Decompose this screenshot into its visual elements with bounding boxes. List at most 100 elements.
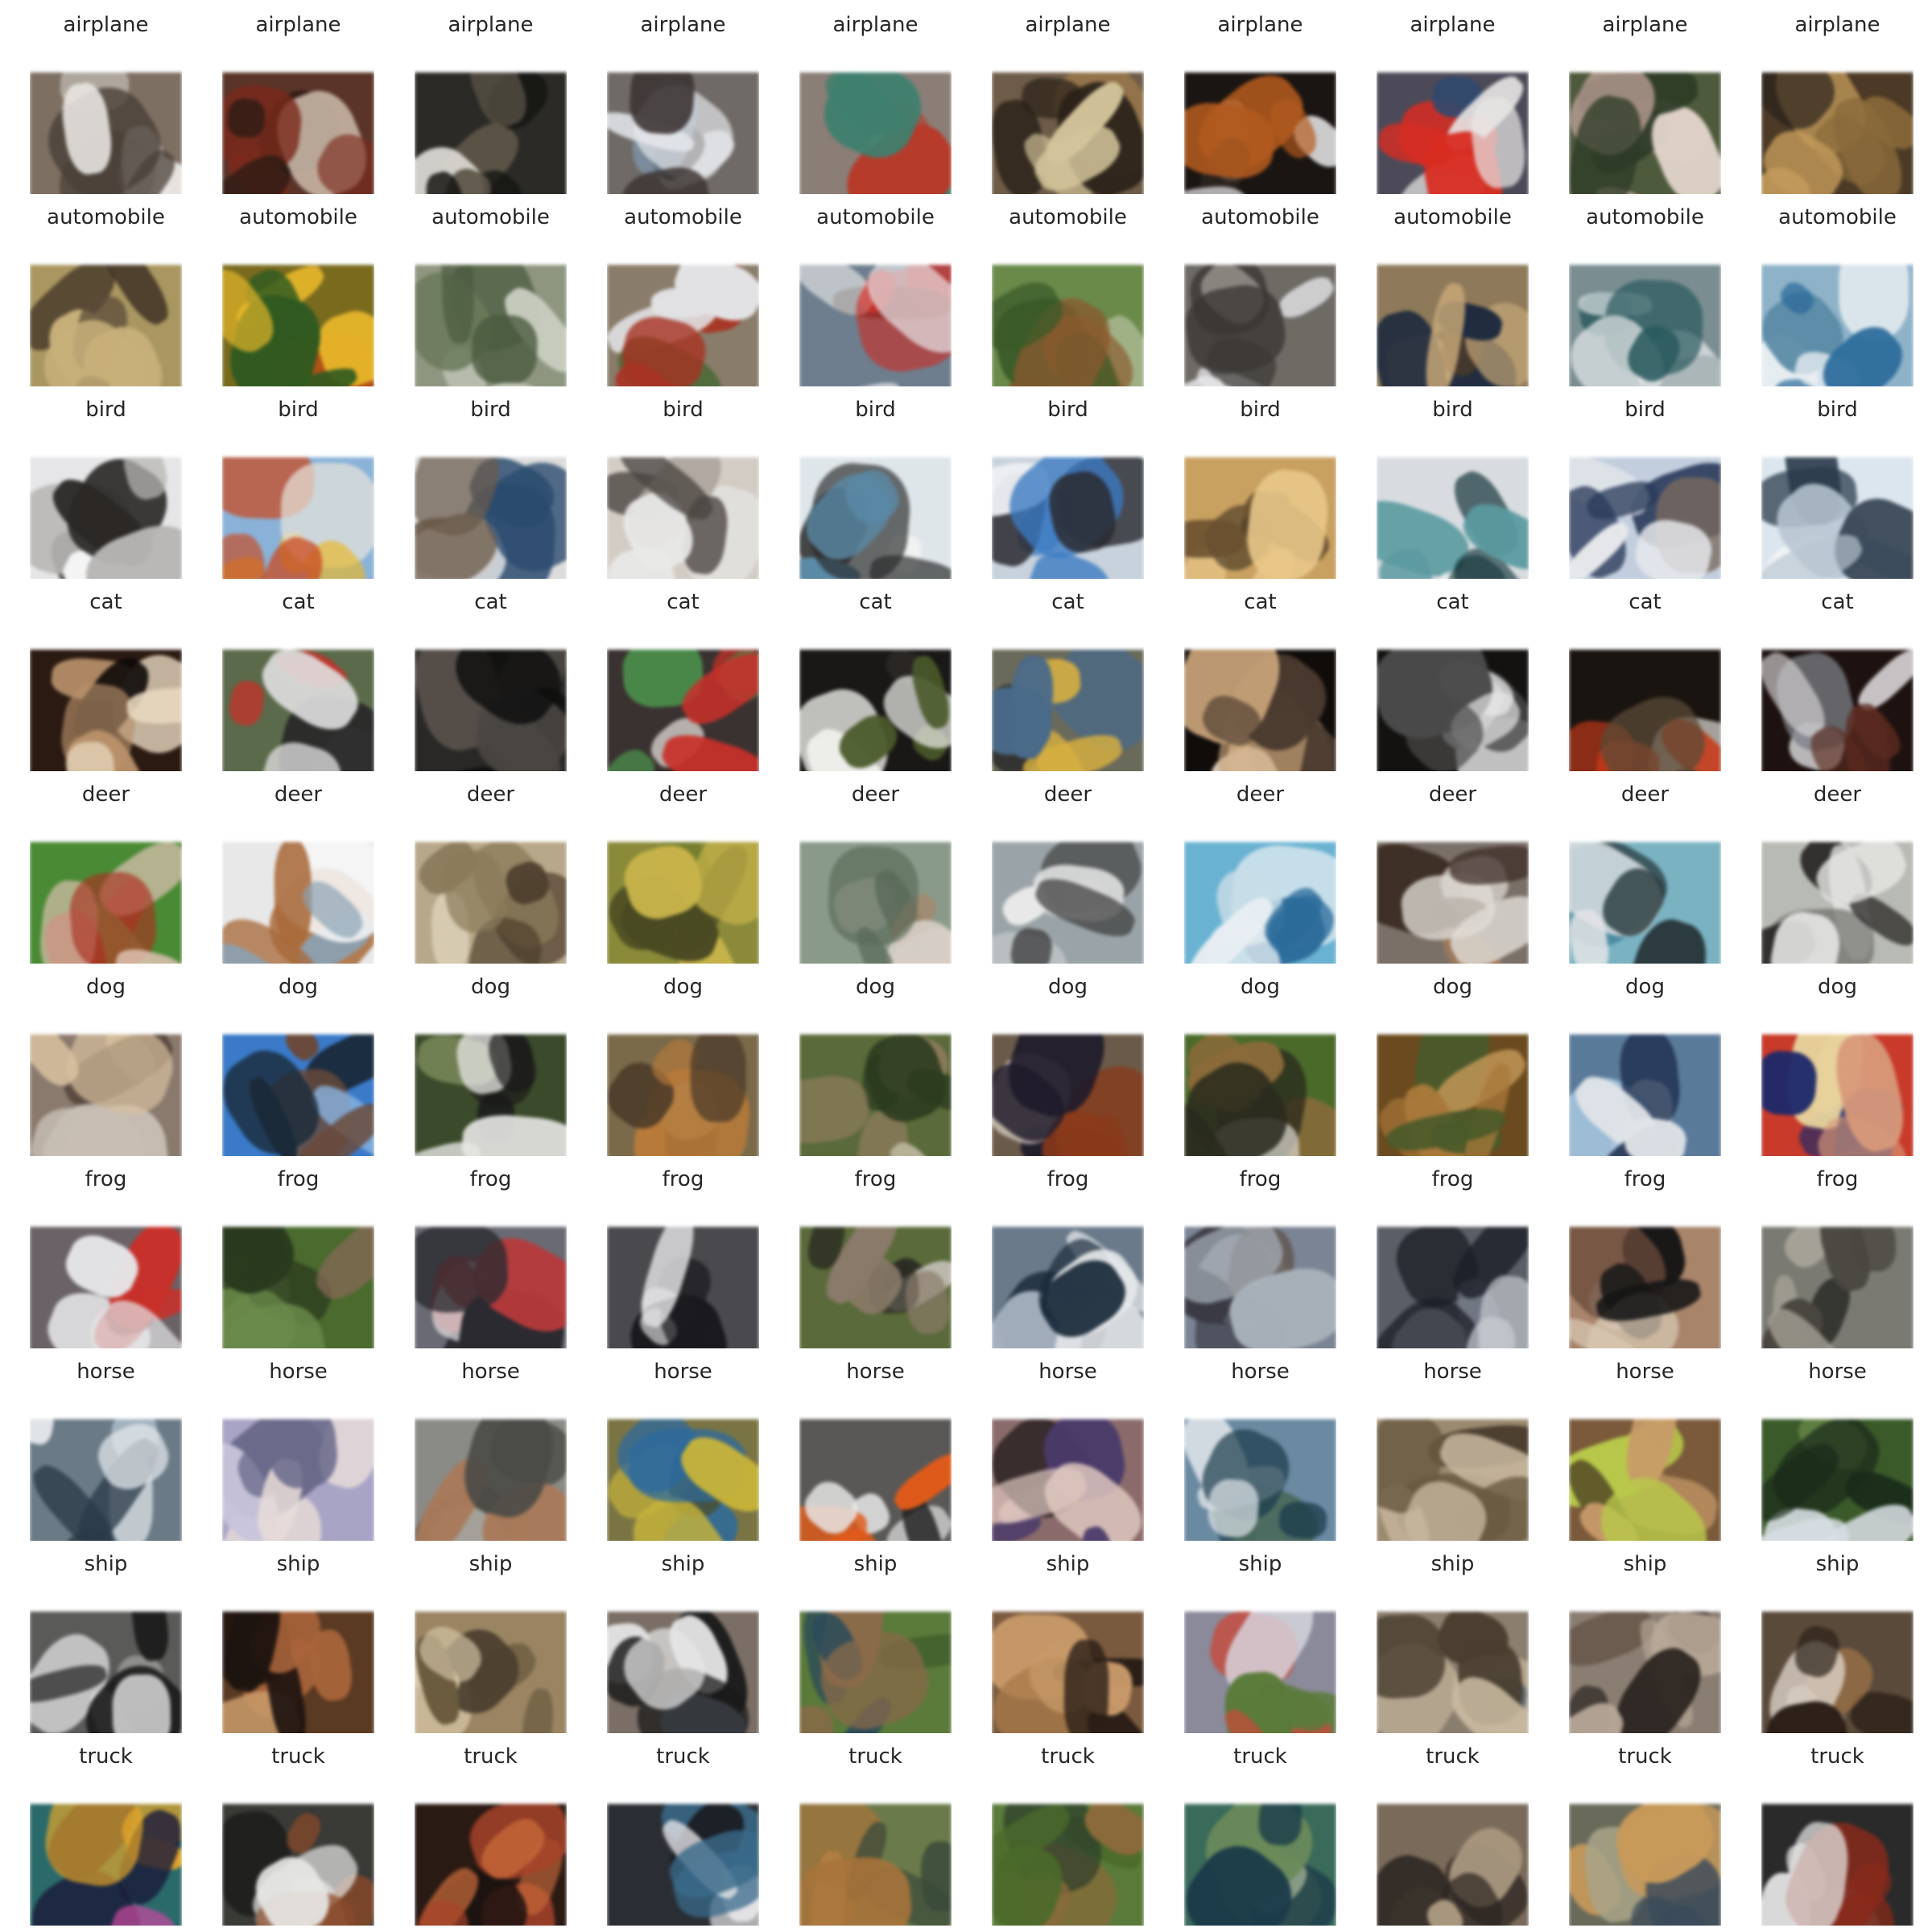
generated-sample-image	[222, 234, 374, 386]
generated-sample-image	[992, 619, 1144, 771]
generated-sample-image	[1761, 1581, 1913, 1733]
generated-sample-image	[222, 427, 374, 579]
generated-sample-image	[1184, 427, 1336, 579]
cell-class-label: truck	[1618, 1744, 1672, 1769]
cell-class-label: dog	[1818, 975, 1857, 999]
grid-cell: truck	[222, 1743, 374, 1926]
cell-class-label: dog	[856, 975, 895, 999]
generated-sample-image	[607, 1773, 759, 1926]
grid-cell: airplane	[415, 11, 567, 194]
generated-sample-image	[415, 1389, 567, 1541]
grid-cell: dog	[607, 973, 759, 1156]
grid-cell: horse	[1184, 1358, 1336, 1541]
generated-sample-image	[799, 1581, 952, 1733]
cell-class-label: airplane	[640, 13, 726, 37]
generated-sample-image	[1569, 42, 1721, 194]
grid-cell: bird	[1377, 396, 1529, 579]
generated-sample-image	[415, 1773, 567, 1926]
cell-class-label: cat	[89, 590, 122, 614]
generated-sample-image	[992, 1389, 1144, 1541]
grid-cell: cat	[1569, 588, 1721, 771]
generated-sample-image	[1761, 619, 1913, 771]
cell-class-label: airplane	[832, 13, 919, 37]
grid-cell: truck	[415, 1743, 567, 1926]
cell-class-label: dog	[471, 975, 510, 999]
cell-class-label: horse	[1616, 1360, 1674, 1384]
generated-sample-image	[607, 619, 759, 771]
grid-cell: dog	[415, 973, 567, 1156]
cell-class-label: dog	[1433, 975, 1472, 999]
cell-class-label: ship	[469, 1552, 513, 1576]
generated-sample-image	[607, 1196, 759, 1348]
grid-cell: dog	[1377, 973, 1529, 1156]
cell-class-label: airplane	[1025, 13, 1111, 37]
grid-cell: horse	[30, 1358, 182, 1541]
cell-class-label: ship	[1623, 1552, 1667, 1576]
grid-cell: ship	[1761, 1550, 1913, 1733]
generated-sample-image	[1377, 427, 1529, 579]
grid-cell: horse	[1761, 1358, 1913, 1541]
cell-class-label: ship	[661, 1552, 705, 1576]
generated-sample-image	[1761, 1389, 1913, 1541]
grid-cell: horse	[607, 1358, 759, 1541]
grid-cell: bird	[992, 396, 1144, 579]
generated-sample-image	[992, 234, 1144, 386]
generated-sample-image	[222, 619, 374, 771]
generated-sample-image	[799, 811, 952, 964]
grid-cell: ship	[992, 1550, 1144, 1733]
cell-class-label: bird	[1240, 398, 1281, 422]
grid-cell: truck	[1569, 1743, 1721, 1926]
generated-sample-image	[1377, 42, 1529, 194]
grid-cell: ship	[607, 1550, 759, 1733]
grid-cell: ship	[1569, 1550, 1721, 1733]
grid-cell: ship	[415, 1550, 567, 1733]
generated-sample-image	[1761, 1004, 1913, 1156]
generated-sample-image	[222, 1581, 374, 1733]
cell-class-label: horse	[846, 1360, 905, 1384]
grid-cell: frog	[1761, 1166, 1913, 1348]
cell-class-label: deer	[81, 782, 130, 807]
grid-cell: automobile	[607, 204, 759, 386]
grid-cell: airplane	[1569, 11, 1721, 194]
generated-sample-image	[799, 1773, 952, 1926]
grid-cell: cat	[222, 588, 374, 771]
cell-class-label: truck	[464, 1744, 518, 1769]
cell-class-label: airplane	[1217, 13, 1303, 37]
grid-cell: bird	[799, 396, 952, 579]
cell-class-label: deer	[1428, 782, 1477, 807]
generated-sample-image	[1569, 1581, 1721, 1733]
cell-class-label: ship	[1815, 1552, 1860, 1576]
cell-class-label: truck	[848, 1744, 902, 1769]
grid-cell: bird	[30, 396, 182, 579]
generated-sample-image	[1569, 1004, 1721, 1156]
grid-cell: truck	[1761, 1743, 1913, 1926]
cell-class-label: airplane	[1602, 13, 1688, 37]
generated-sample-image	[1184, 1004, 1336, 1156]
generated-sample-image	[1761, 1773, 1913, 1926]
generated-sample-image	[1377, 619, 1529, 771]
grid-cell: dog	[1761, 973, 1913, 1156]
cell-class-label: bird	[1817, 398, 1858, 422]
cell-class-label: automobile	[816, 205, 935, 229]
generated-sample-image	[1377, 234, 1529, 386]
cell-class-label: horse	[1038, 1360, 1097, 1384]
grid-cell: deer	[222, 781, 374, 964]
generated-sample-image	[607, 1581, 759, 1733]
generated-sample-image	[799, 1389, 952, 1541]
generated-sample-image	[1377, 1004, 1529, 1156]
generated-sample-image	[222, 1773, 374, 1926]
grid-cell: dog	[222, 973, 374, 1156]
generated-sample-image	[607, 234, 759, 386]
grid-cell: truck	[30, 1743, 182, 1926]
grid-cell: bird	[607, 396, 759, 579]
cell-class-label: dog	[279, 975, 318, 999]
grid-cell: frog	[607, 1166, 759, 1348]
cell-class-label: dog	[1048, 975, 1088, 999]
grid-cell: airplane	[799, 11, 952, 194]
grid-cell: automobile	[1184, 204, 1336, 386]
grid-cell: bird	[1761, 396, 1913, 579]
cell-class-label: truck	[271, 1744, 325, 1769]
grid-cell: cat	[1761, 588, 1913, 771]
grid-cell: deer	[30, 781, 182, 964]
grid-cell: ship	[222, 1550, 374, 1733]
